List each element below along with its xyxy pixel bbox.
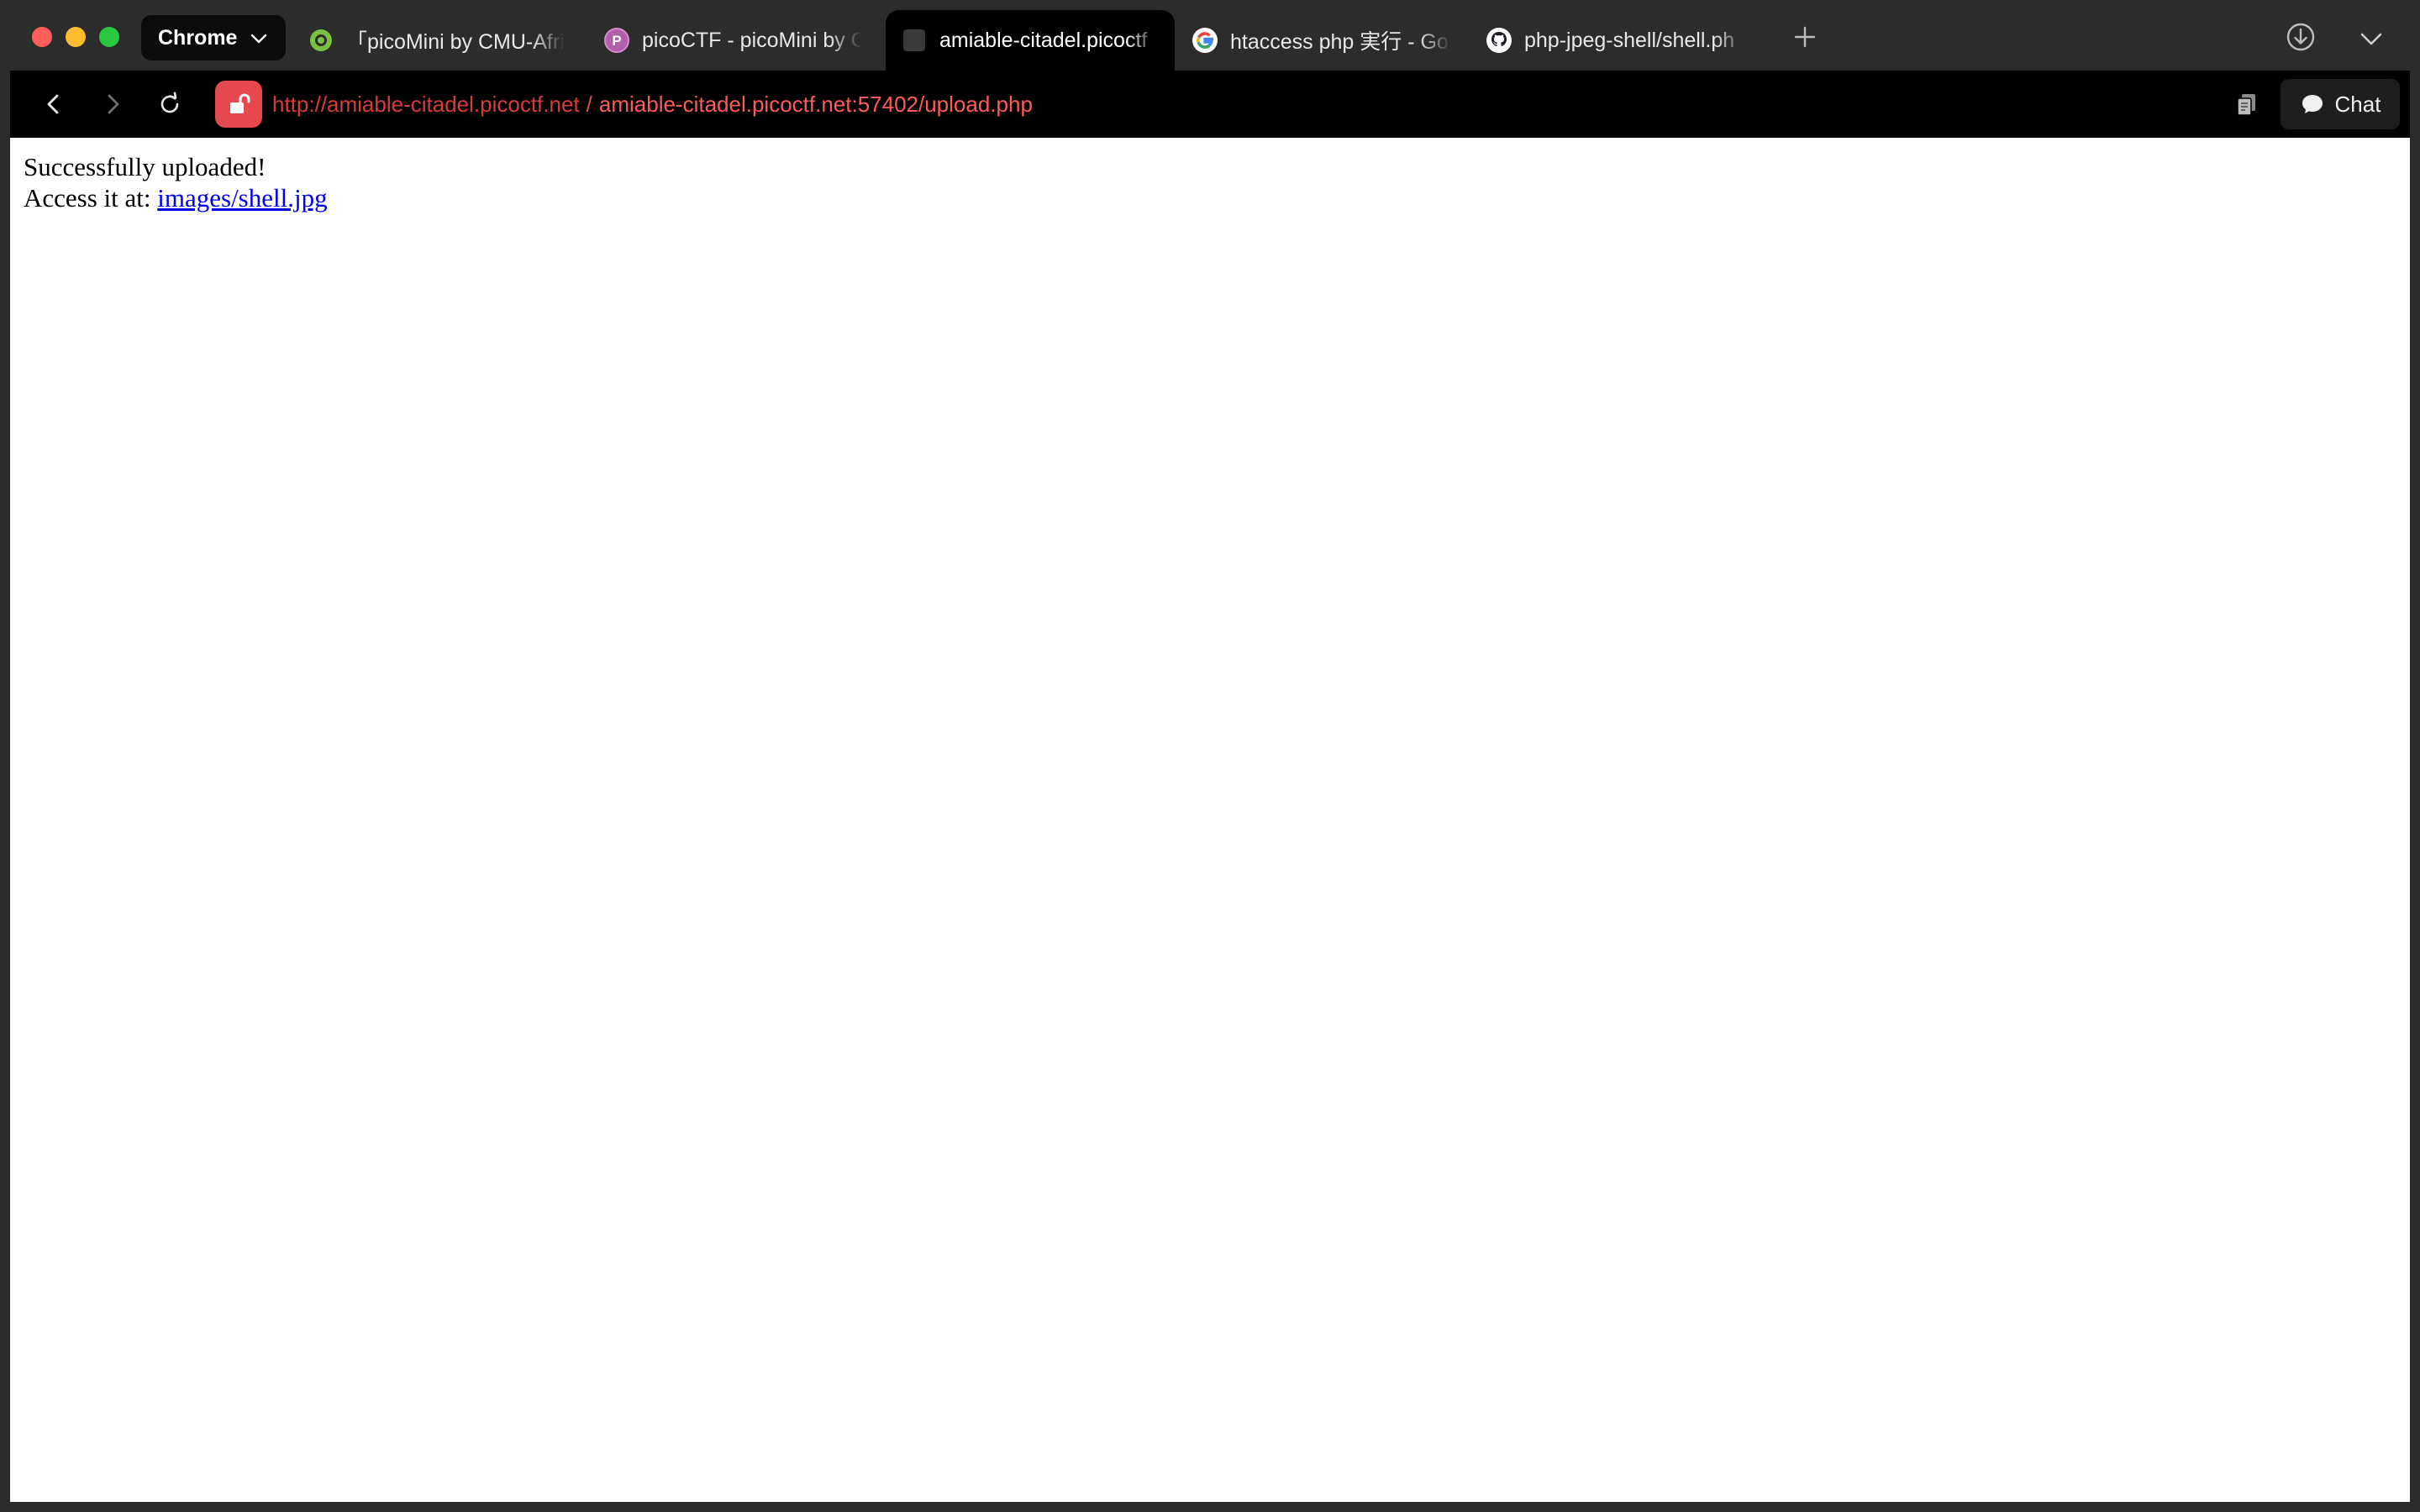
chat-button[interactable]: Chat xyxy=(2281,79,2400,129)
page-viewport: Successfully uploaded! Access it at: ima… xyxy=(10,138,2410,1502)
access-label: Access it at: xyxy=(24,183,151,213)
picoctf-icon: P xyxy=(603,27,630,54)
maximize-window-button[interactable] xyxy=(99,27,119,47)
site-security-button[interactable] xyxy=(215,81,262,128)
access-line: Access it at: images/shell.jpg xyxy=(24,182,2396,213)
tab-amiable-citadel[interactable]: amiable-citadel.picoctf xyxy=(886,10,1175,71)
chat-label: Chat xyxy=(2334,91,2381,117)
tab-title: php-jpeg-shell/shell.ph xyxy=(1524,28,1735,52)
reload-button[interactable] xyxy=(153,87,187,121)
chevron-down-icon xyxy=(2360,33,2382,45)
download-icon xyxy=(2286,23,2315,51)
plus-icon xyxy=(1794,26,1816,48)
svg-text:P: P xyxy=(612,33,621,49)
reload-icon xyxy=(160,92,179,113)
github-icon xyxy=(1486,27,1512,54)
minimize-window-button[interactable] xyxy=(66,27,86,47)
app-menu-button[interactable]: Chrome xyxy=(141,15,286,60)
tab-picoctf[interactable]: P picoCTF - picoMini by C xyxy=(603,10,865,71)
forward-button[interactable] xyxy=(96,87,129,121)
back-button[interactable] xyxy=(37,87,71,121)
app-menu-label: Chrome xyxy=(158,25,238,50)
upload-success-message: Successfully uploaded! xyxy=(24,152,266,181)
tab-title: picoCTF - picoMini by C xyxy=(642,28,862,52)
chevron-right-icon xyxy=(108,94,119,114)
address-bar[interactable]: http://amiable-citadel.picoctf.net / ami… xyxy=(272,89,1033,119)
blank-page-icon xyxy=(901,27,928,54)
tab-title: 「picoMini by CMU-Afric xyxy=(346,30,565,54)
unlocked-icon xyxy=(230,93,250,113)
tab-title: htaccess php 実行 - Go xyxy=(1230,30,1449,54)
browser-toolbar: http://amiable-citadel.picoctf.net / ami… xyxy=(10,71,2410,138)
chevron-down-icon xyxy=(249,29,269,55)
tab-google-search[interactable]: htaccess php 実行 - Go xyxy=(1192,10,1452,71)
copy-icon xyxy=(2237,94,2255,116)
new-tab-button[interactable] xyxy=(1790,22,1820,52)
url-path: amiable-citadel.picoctf.net:57402/upload… xyxy=(598,91,1033,117)
green-ring-icon xyxy=(308,27,334,54)
tab-picomini-cmu[interactable]: 「picoMini by CMU-Afric xyxy=(308,10,576,71)
downloads-button[interactable] xyxy=(2284,20,2317,54)
upload-result-page: Successfully uploaded! Access it at: ima… xyxy=(10,138,2410,227)
tab-github-shell[interactable]: php-jpeg-shell/shell.ph xyxy=(1486,10,1754,71)
google-icon xyxy=(1192,27,1218,54)
tab-list-button[interactable] xyxy=(2356,24,2386,54)
uploaded-file-link[interactable]: images/shell.jpg xyxy=(157,183,327,213)
chat-bubble-icon xyxy=(2302,95,2323,113)
url-origin: http://amiable-citadel.picoctf.net xyxy=(272,91,580,117)
tab-title: amiable-citadel.picoctf xyxy=(939,28,1148,52)
chevron-left-icon xyxy=(47,94,59,114)
url-separator: / xyxy=(586,91,592,117)
close-window-button[interactable] xyxy=(32,27,52,47)
tab-strip: Chrome 「picoMini by CMU-Afric P picoCTF … xyxy=(0,0,2420,71)
copy-page-button[interactable] xyxy=(2230,87,2264,121)
